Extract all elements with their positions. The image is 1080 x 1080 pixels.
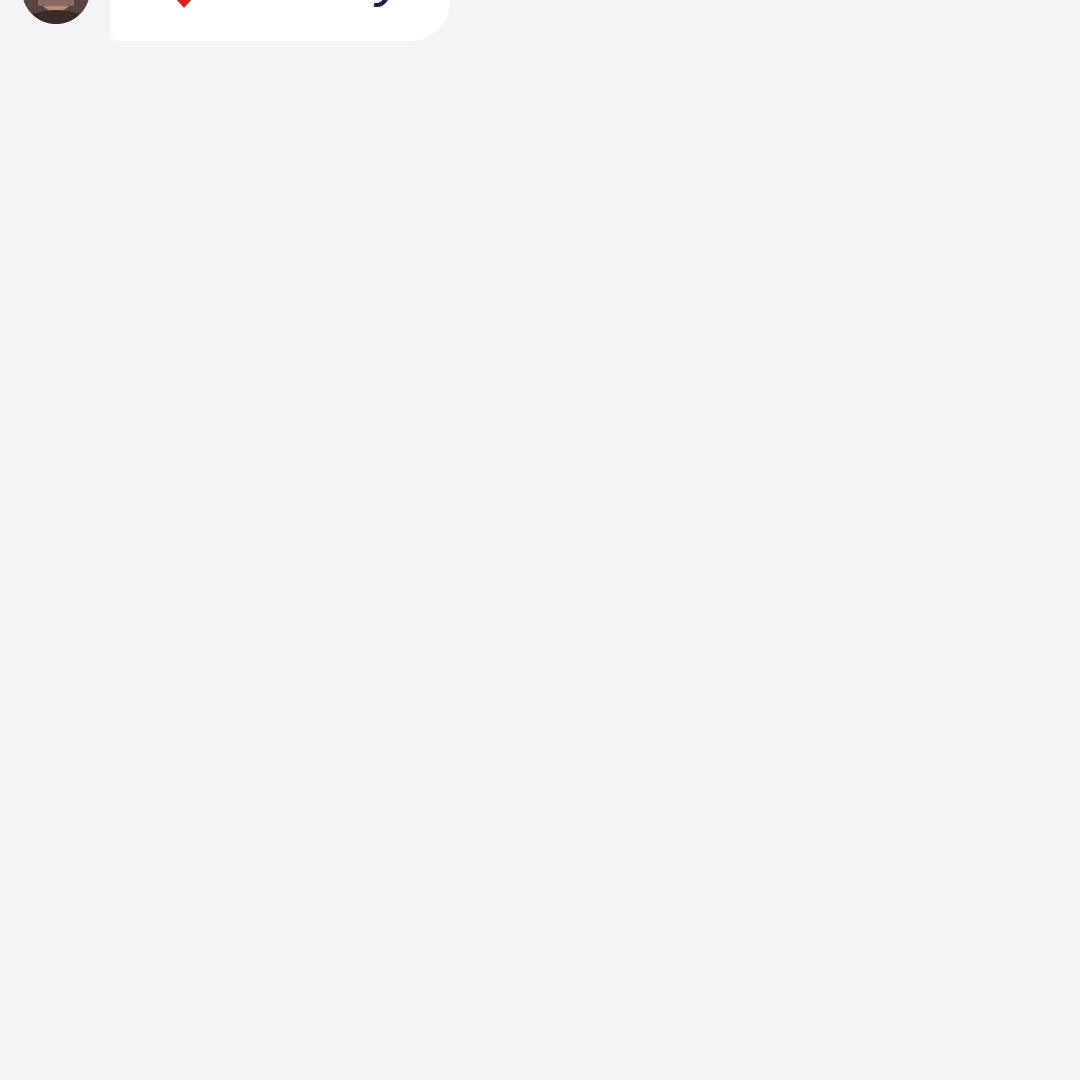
chat-area: Love ya! [0,0,1080,1080]
message-row: Love ya! [0,0,1080,60]
avatar-photo [22,0,90,24]
heart-icon [160,0,208,12]
message-text: Love ya! [230,0,457,9]
message-bubble[interactable]: Love ya! [110,0,456,41]
avatar[interactable] [22,0,90,24]
